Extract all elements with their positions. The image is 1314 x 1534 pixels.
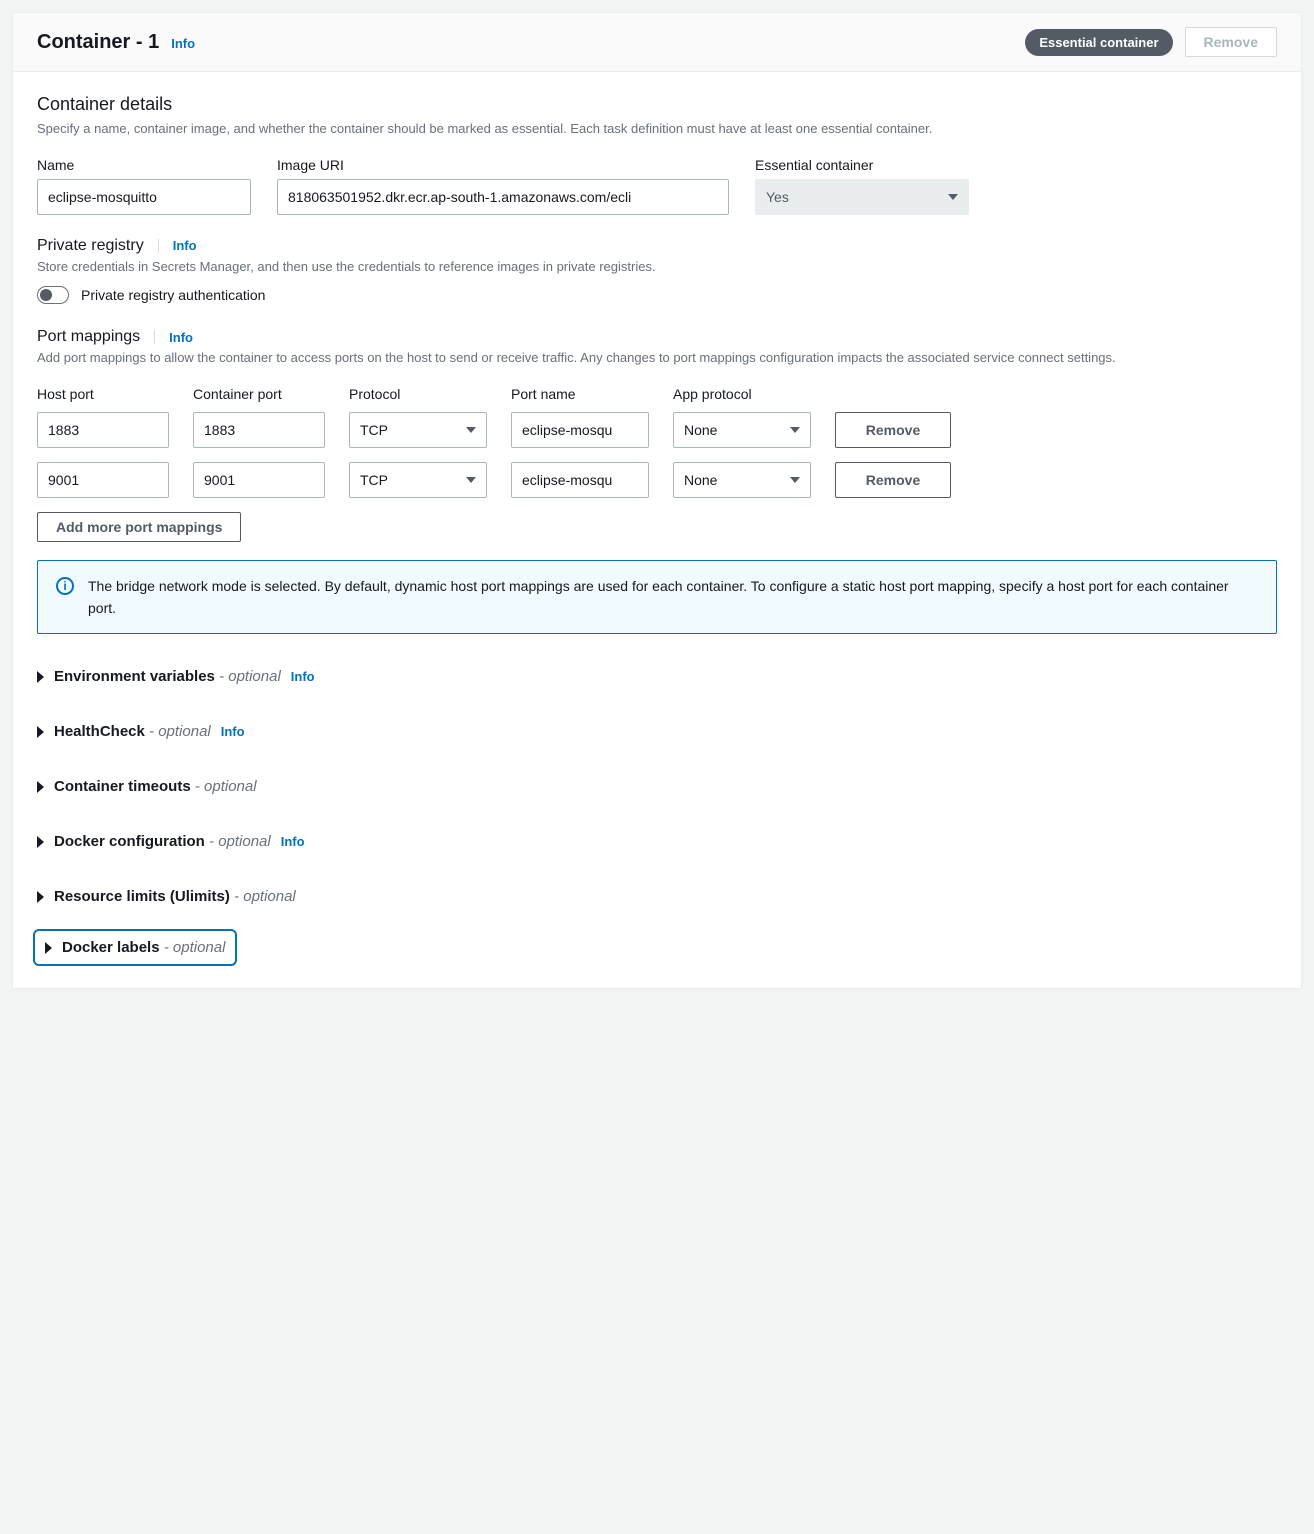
essential-select: Yes <box>755 179 969 215</box>
app-protocol-select[interactable]: None <box>673 462 811 498</box>
essential-select-value: Yes <box>766 189 789 205</box>
remove-port-button[interactable]: Remove <box>835 412 951 448</box>
chevron-down-icon <box>790 427 800 433</box>
container-port-header: Container port <box>193 386 325 402</box>
caret-right-icon <box>45 942 52 954</box>
caret-right-icon <box>37 671 44 683</box>
info-icon: i <box>56 577 74 595</box>
add-port-mapping-button[interactable]: Add more port mappings <box>37 512 241 542</box>
info-alert: i The bridge network mode is selected. B… <box>37 560 1277 635</box>
expand-container-timeouts[interactable]: Container timeouts - optional <box>37 768 1277 805</box>
container-card: Container - 1 Info Essential container R… <box>12 12 1302 989</box>
caret-right-icon <box>37 726 44 738</box>
protocol-select[interactable]: TCP <box>349 462 487 498</box>
port-mappings-info-link[interactable]: Info <box>169 330 193 345</box>
port-row: TCP None Remove <box>37 462 1277 498</box>
container-port-input[interactable] <box>193 462 325 498</box>
host-port-input[interactable] <box>37 462 169 498</box>
port-name-input[interactable] <box>511 462 649 498</box>
host-port-header: Host port <box>37 386 169 402</box>
protocol-header: Protocol <box>349 386 487 402</box>
health-info-link[interactable]: Info <box>221 724 245 739</box>
alert-text: The bridge network mode is selected. By … <box>88 575 1258 620</box>
remove-container-button[interactable]: Remove <box>1185 27 1277 57</box>
host-port-input[interactable] <box>37 412 169 448</box>
app-protocol-select[interactable]: None <box>673 412 811 448</box>
card-header: Container - 1 Info Essential container R… <box>13 13 1301 72</box>
protocol-select[interactable]: TCP <box>349 412 487 448</box>
essential-label: Essential container <box>755 157 969 173</box>
essential-badge: Essential container <box>1025 29 1172 56</box>
private-registry-desc: Store credentials in Secrets Manager, an… <box>37 257 1277 277</box>
port-row: TCP None Remove <box>37 412 1277 448</box>
private-registry-title: Private registry <box>37 237 144 255</box>
name-label: Name <box>37 157 251 173</box>
toggle-knob <box>40 289 52 301</box>
port-mappings-desc: Add port mappings to allow the container… <box>37 348 1277 368</box>
expand-docker-configuration[interactable]: Docker configuration - optional Info <box>37 823 1277 860</box>
card-body: Container details Specify a name, contai… <box>13 72 1301 988</box>
private-registry-toggle-label: Private registry authentication <box>81 287 265 303</box>
remove-port-button[interactable]: Remove <box>835 462 951 498</box>
private-registry-toggle[interactable] <box>37 286 69 304</box>
caret-right-icon <box>37 781 44 793</box>
card-title: Container - 1 <box>37 31 159 54</box>
caret-right-icon <box>37 836 44 848</box>
port-name-input[interactable] <box>511 412 649 448</box>
container-details-desc: Specify a name, container image, and whe… <box>37 119 1277 139</box>
name-input[interactable] <box>37 179 251 215</box>
app-protocol-header: App protocol <box>673 386 811 402</box>
private-registry-info-link[interactable]: Info <box>173 238 197 253</box>
image-uri-label: Image URI <box>277 157 729 173</box>
header-info-link[interactable]: Info <box>171 36 195 51</box>
chevron-down-icon <box>466 427 476 433</box>
container-details-title: Container details <box>37 94 1277 115</box>
docker-info-link[interactable]: Info <box>281 834 305 849</box>
chevron-down-icon <box>790 477 800 483</box>
chevron-down-icon <box>948 194 958 200</box>
expand-resource-limits[interactable]: Resource limits (Ulimits) - optional <box>37 878 1277 915</box>
port-mappings-title: Port mappings <box>37 328 140 346</box>
expand-environment-variables[interactable]: Environment variables - optional Info <box>37 658 1277 695</box>
port-name-header: Port name <box>511 386 649 402</box>
env-info-link[interactable]: Info <box>291 669 315 684</box>
caret-right-icon <box>37 891 44 903</box>
image-uri-input[interactable] <box>277 179 729 215</box>
chevron-down-icon <box>466 477 476 483</box>
expand-healthcheck[interactable]: HealthCheck - optional Info <box>37 713 1277 750</box>
container-port-input[interactable] <box>193 412 325 448</box>
expand-docker-labels[interactable]: Docker labels - optional <box>37 933 233 962</box>
